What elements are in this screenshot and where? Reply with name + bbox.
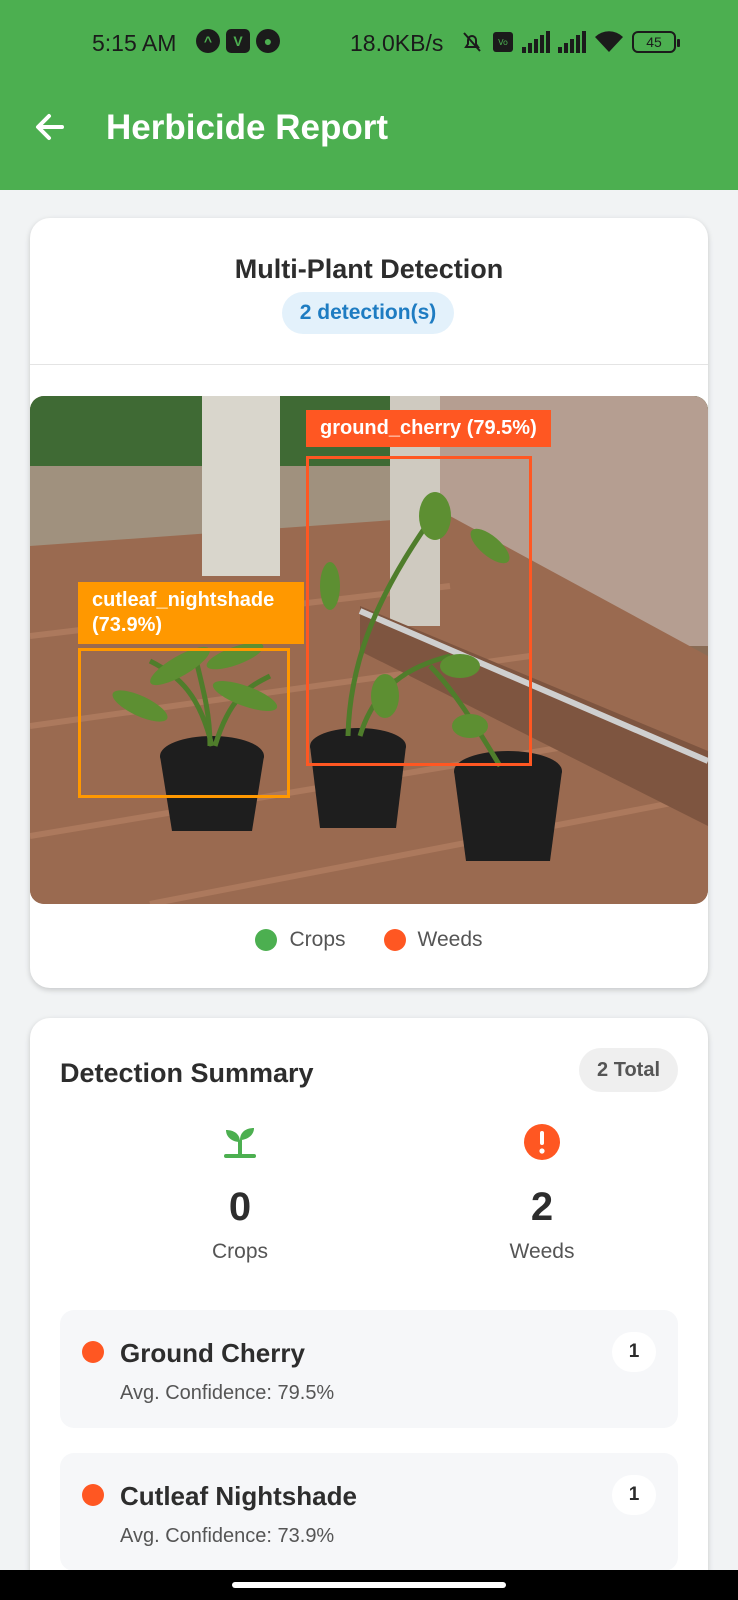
page-title: Herbicide Report <box>106 108 388 147</box>
item-count-badge: 1 <box>612 1475 656 1515</box>
bounding-box-cutleaf-nightshade <box>78 648 290 798</box>
home-gesture-handle[interactable] <box>232 1582 506 1588</box>
item-count-badge: 1 <box>612 1332 656 1372</box>
signal-icon <box>522 31 550 53</box>
detection-image[interactable]: ground_cherry (79.5%) cutleaf_nightshade… <box>30 396 708 904</box>
weed-dot <box>82 1341 104 1363</box>
arrow-left-icon[interactable] <box>30 107 70 147</box>
status-bar: 5:15 AM ^ V ● 18.0KB/s Vo 45 <box>0 26 738 60</box>
item-confidence: Avg. Confidence: 73.9% <box>120 1525 335 1547</box>
detection-card: Multi-Plant Detection 2 detection(s) gro… <box>30 218 708 988</box>
app-header: 5:15 AM ^ V ● 18.0KB/s Vo 45 Herbicide R… <box>0 0 738 190</box>
crops-stat: 0 Crops <box>140 1122 340 1264</box>
legend: Crops Weeds <box>30 928 708 952</box>
app-bar: Herbicide Report <box>0 95 738 165</box>
svg-text:Vo: Vo <box>498 38 508 47</box>
bounding-box-label-ground-cherry: ground_cherry (79.5%) <box>306 410 551 447</box>
legend-item-weeds: Weeds <box>383 928 483 952</box>
detection-summary-card: Detection Summary 2 Total 0 Crops 2 Weed… <box>30 1018 708 1600</box>
status-time: 5:15 AM <box>92 30 177 56</box>
bounding-box-label-cutleaf-nightshade: cutleaf_nightshade (73.9%) <box>78 582 304 644</box>
crops-dot <box>255 929 278 951</box>
network-speed: 18.0KB/s <box>350 30 444 56</box>
bounding-box-ground-cherry <box>306 456 532 766</box>
signal-icon <box>558 31 586 53</box>
item-confidence: Avg. Confidence: 79.5% <box>120 1382 335 1404</box>
sprout-icon <box>224 1128 256 1158</box>
weeds-dot <box>383 929 406 951</box>
system-icons: Vo 45 <box>460 30 680 54</box>
app-v-icon: V <box>226 29 250 53</box>
item-name: Cutleaf Nightshade <box>120 1481 357 1511</box>
total-badge: 2 Total <box>579 1048 678 1092</box>
item-name: Ground Cherry <box>120 1338 305 1368</box>
mute-bell-icon <box>463 32 481 52</box>
alert-icon <box>524 1124 560 1160</box>
notification-icons: ^ V ● <box>196 29 280 53</box>
app-round-icon: ● <box>256 29 280 53</box>
list-item[interactable]: Ground Cherry Avg. Confidence: 79.5% 1 <box>60 1310 678 1428</box>
weed-dot <box>82 1484 104 1506</box>
crops-label: Crops <box>211 1240 269 1263</box>
weeds-count: 2 <box>530 1185 554 1229</box>
weeds-label: Weeds <box>509 1240 575 1263</box>
divider <box>30 364 708 365</box>
navigation-bar <box>0 1570 738 1600</box>
app-a-icon: ^ <box>196 29 220 53</box>
weeds-stat: 2 Weeds <box>442 1122 642 1264</box>
detection-count-badge: 2 detection(s) <box>282 292 454 334</box>
detection-card-title: Multi-Plant Detection <box>234 254 504 284</box>
wifi-icon <box>595 31 623 52</box>
battery-icon: 45 <box>632 31 680 53</box>
crops-count: 0 <box>228 1185 252 1229</box>
summary-title: Detection Summary <box>60 1058 314 1088</box>
list-item[interactable]: Cutleaf Nightshade Avg. Confidence: 73.9… <box>60 1453 678 1571</box>
legend-item-crops: Crops <box>255 928 346 952</box>
volte-icon: Vo <box>493 32 513 52</box>
